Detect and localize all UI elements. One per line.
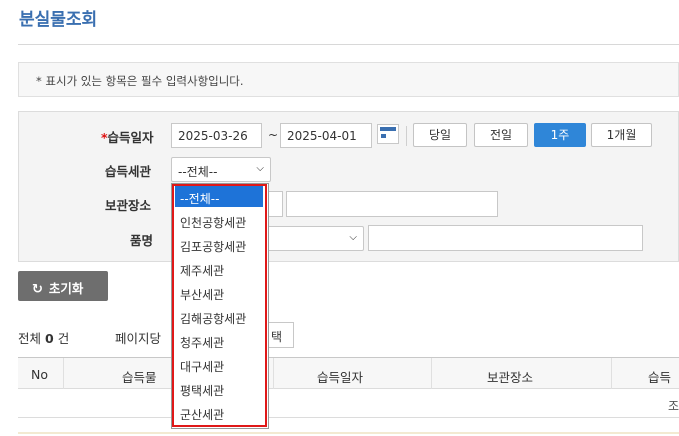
table-body: 조: [18, 389, 679, 418]
date-label-text: 습득일자: [107, 130, 154, 145]
refresh-icon: ↻: [32, 282, 43, 297]
one-week-button[interactable]: 1주: [534, 123, 586, 147]
per-page-label: 페이지당: [115, 331, 162, 346]
total-prefix: 전체: [18, 331, 42, 346]
yesterday-button[interactable]: 전일: [474, 123, 528, 147]
item-label: 품명: [130, 233, 154, 248]
result-total: 전체 0 건: [18, 328, 69, 347]
chevron-down-icon: ⌵: [349, 232, 357, 243]
column-divider: [63, 358, 64, 389]
total-suffix: 건: [57, 331, 70, 346]
item-name-input[interactable]: [368, 225, 643, 251]
title-divider: [18, 44, 679, 45]
customs-select-value: --전체--: [178, 165, 218, 179]
dropdown-option[interactable]: 인천공항세관: [175, 210, 263, 231]
date-label: *습득일자: [101, 127, 154, 146]
total-count: 0: [45, 331, 54, 346]
th-storage: 보관장소: [487, 370, 534, 385]
today-button[interactable]: 당일: [413, 123, 467, 147]
dropdown-option[interactable]: --전체--: [175, 186, 263, 207]
dropdown-option[interactable]: 김포공항세관: [175, 234, 263, 255]
item-category-select[interactable]: ⌵: [265, 226, 364, 251]
th-no: No: [31, 367, 48, 382]
storage-name-input[interactable]: [286, 191, 498, 217]
dropdown-option[interactable]: 부산세관: [175, 282, 263, 303]
bottom-divider: [18, 432, 679, 434]
column-divider: [431, 358, 432, 389]
th-item: 습득물: [122, 370, 157, 385]
dropdown-option[interactable]: 군산세관: [175, 402, 263, 423]
table-header: No 습득물 습득일자 보관장소 습득: [18, 357, 679, 389]
customs-label: 습득세관: [105, 164, 152, 179]
date-from-input[interactable]: 2025-03-26: [171, 123, 262, 148]
dropdown-option[interactable]: 청주세관: [175, 330, 263, 351]
reset-button[interactable]: ↻ 초기화: [18, 271, 108, 301]
calendar-icon[interactable]: [377, 124, 399, 144]
column-divider: [273, 358, 274, 389]
th-date: 습득일자: [317, 370, 364, 385]
customs-select[interactable]: --전체-- ⌵: [171, 157, 271, 182]
dropdown-option[interactable]: 평택세관: [175, 378, 263, 399]
dropdown-option[interactable]: 제주세관: [175, 258, 263, 279]
storage-label: 보관장소: [105, 198, 152, 213]
page-title: 분실물조회: [19, 10, 98, 30]
required-notice: * 표시가 있는 항목은 필수 입력사항입니다.: [18, 62, 679, 97]
one-month-button[interactable]: 1개월: [591, 123, 652, 147]
dropdown-option[interactable]: 김해공항세관: [175, 306, 263, 327]
dropdown-option[interactable]: 대구세관: [175, 354, 263, 375]
reset-label: 초기화: [48, 281, 84, 296]
column-divider: [611, 358, 612, 389]
th-acquirer: 습득: [648, 370, 672, 385]
chevron-down-icon: ⌵: [256, 163, 264, 174]
per-page-select-button[interactable]: 택: [265, 322, 294, 348]
separator: [406, 126, 407, 146]
date-range-tilde: ~: [268, 128, 279, 142]
empty-message: 조: [667, 399, 679, 413]
date-to-input[interactable]: 2025-04-01: [280, 123, 372, 148]
